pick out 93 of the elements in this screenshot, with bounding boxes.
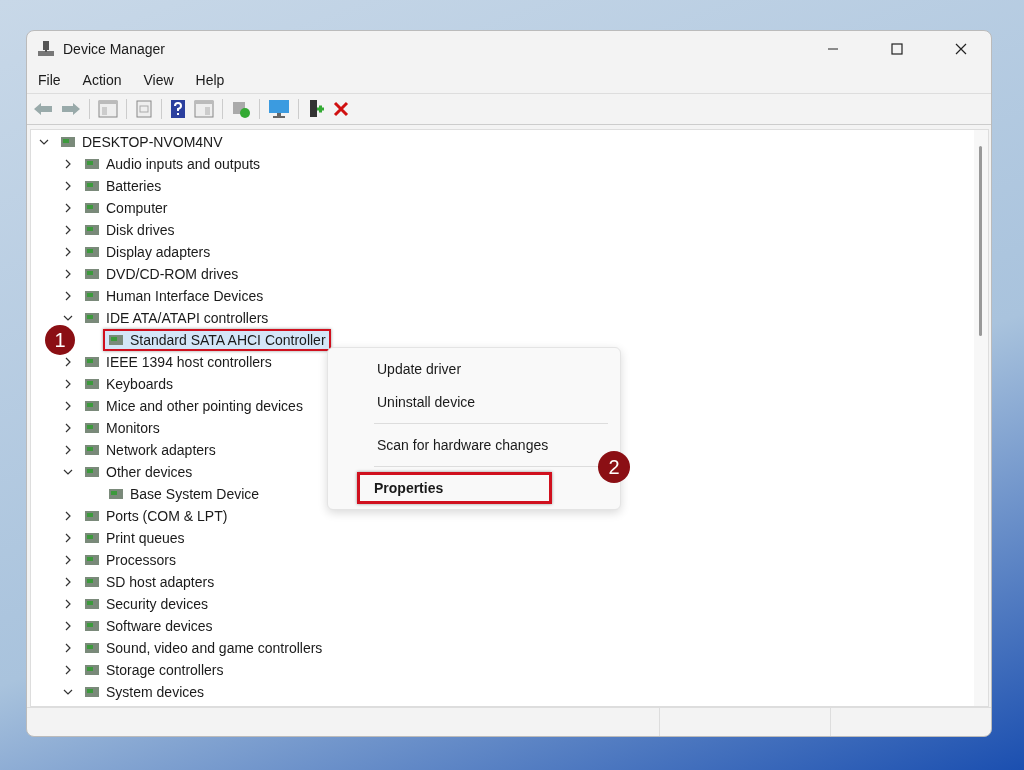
computer-tower-icon (37, 40, 55, 58)
device-icon (84, 179, 100, 193)
chevron-icon[interactable] (63, 269, 73, 279)
tree-item[interactable]: Standard SATA AHCI Controller (103, 329, 331, 351)
chevron-icon[interactable] (63, 379, 73, 389)
device-icon (84, 289, 100, 303)
device-icon (84, 509, 100, 523)
device-icon (84, 619, 100, 633)
chevron-icon[interactable] (63, 577, 73, 587)
menu-item[interactable]: View (143, 72, 174, 88)
chevron-icon[interactable] (63, 445, 73, 455)
context-menu-item[interactable]: Properties (357, 472, 552, 504)
device-icon (84, 597, 100, 611)
device-icon (84, 553, 100, 567)
tree-item[interactable]: Human Interface Devices (79, 285, 269, 307)
chevron-icon[interactable] (63, 203, 73, 213)
tree-item[interactable]: Other devices (79, 461, 198, 483)
tree-item[interactable]: Security devices (79, 593, 213, 615)
tree-item[interactable]: IEEE 1394 host controllers (79, 351, 277, 373)
tree-item[interactable]: Display adapters (79, 241, 216, 263)
tree-item[interactable]: Computer (79, 197, 173, 219)
menu-item[interactable]: File (38, 72, 61, 88)
chevron-icon[interactable] (63, 159, 73, 169)
device-icon (84, 685, 100, 699)
chevron-icon[interactable] (63, 225, 73, 235)
device-icon (84, 399, 100, 413)
tree-item[interactable]: System devices (79, 681, 210, 703)
device-icon (84, 223, 100, 237)
add-device-icon[interactable] (307, 99, 325, 119)
delete-x-icon[interactable] (333, 101, 349, 117)
close-icon[interactable] (955, 43, 967, 55)
tree-item[interactable]: Storage controllers (79, 659, 229, 681)
tree-item[interactable]: Monitors (79, 417, 165, 439)
device-icon (84, 641, 100, 655)
chevron-icon[interactable] (63, 687, 73, 697)
tree-item[interactable]: Sound, video and game controllers (79, 637, 328, 659)
tree-item[interactable]: SD host adapters (79, 571, 220, 593)
chevron-icon[interactable] (63, 511, 73, 521)
tree-item[interactable]: Mice and other pointing devices (79, 395, 308, 417)
chevron-icon[interactable] (63, 357, 73, 367)
chevron-icon[interactable] (63, 291, 73, 301)
tree-item[interactable]: Network adapters (79, 439, 221, 461)
device-icon (84, 421, 100, 435)
device-icon (84, 377, 100, 391)
tree-item[interactable]: IDE ATA/ATAPI controllers (79, 307, 274, 329)
chevron-icon[interactable] (63, 313, 73, 323)
chevron-icon[interactable] (63, 401, 73, 411)
menu-item[interactable]: Help (195, 72, 225, 88)
tree-item[interactable]: DESKTOP-NVOM4NV (55, 131, 228, 153)
device-icon (84, 267, 100, 281)
help-icon[interactable] (170, 99, 186, 119)
tree-item[interactable]: Processors (79, 549, 182, 571)
device-icon (60, 135, 76, 149)
scrollbar[interactable] (974, 130, 988, 706)
tree-item[interactable]: Batteries (79, 175, 167, 197)
chevron-icon[interactable] (63, 599, 73, 609)
chevron-icon[interactable] (63, 247, 73, 257)
chevron-icon[interactable] (63, 621, 73, 631)
scan-device-icon[interactable] (231, 99, 251, 119)
window-title: Device Manager (63, 41, 165, 57)
device-icon (108, 333, 124, 347)
context-menu-item[interactable]: Update driver (328, 353, 620, 385)
chevron-icon[interactable] (39, 137, 49, 147)
tree-item[interactable]: Audio inputs and outputs (79, 153, 266, 175)
chevron-icon[interactable] (63, 665, 73, 675)
chevron-icon[interactable] (63, 181, 73, 191)
device-icon (84, 663, 100, 677)
device-icon (84, 311, 100, 325)
device-icon (108, 487, 124, 501)
device-icon (84, 355, 100, 369)
tree-item[interactable]: DVD/CD-ROM drives (79, 263, 244, 285)
tree-item[interactable]: Keyboards (79, 373, 178, 395)
device-icon (84, 157, 100, 171)
maximize-icon[interactable] (891, 43, 903, 55)
monitor-icon[interactable] (268, 99, 290, 119)
chevron-icon[interactable] (63, 533, 73, 543)
tree-item[interactable]: Disk drives (79, 219, 180, 241)
chevron-icon[interactable] (63, 423, 73, 433)
device-icon (84, 245, 100, 259)
chevron-icon[interactable] (63, 643, 73, 653)
device-icon (84, 201, 100, 215)
context-menu-item[interactable]: Uninstall device (328, 386, 620, 418)
device-icon (84, 575, 100, 589)
tree-item[interactable]: Base System Device (103, 483, 265, 505)
tree-item[interactable]: Software devices (79, 615, 218, 637)
device-icon (84, 465, 100, 479)
tree-item[interactable]: Ports (COM & LPT) (79, 505, 233, 527)
tree-item[interactable]: Print queues (79, 527, 190, 549)
device-icon (84, 443, 100, 457)
chevron-icon[interactable] (63, 555, 73, 565)
device-icon (84, 531, 100, 545)
menu-item[interactable]: Action (82, 72, 122, 88)
chevron-icon[interactable] (63, 467, 73, 477)
